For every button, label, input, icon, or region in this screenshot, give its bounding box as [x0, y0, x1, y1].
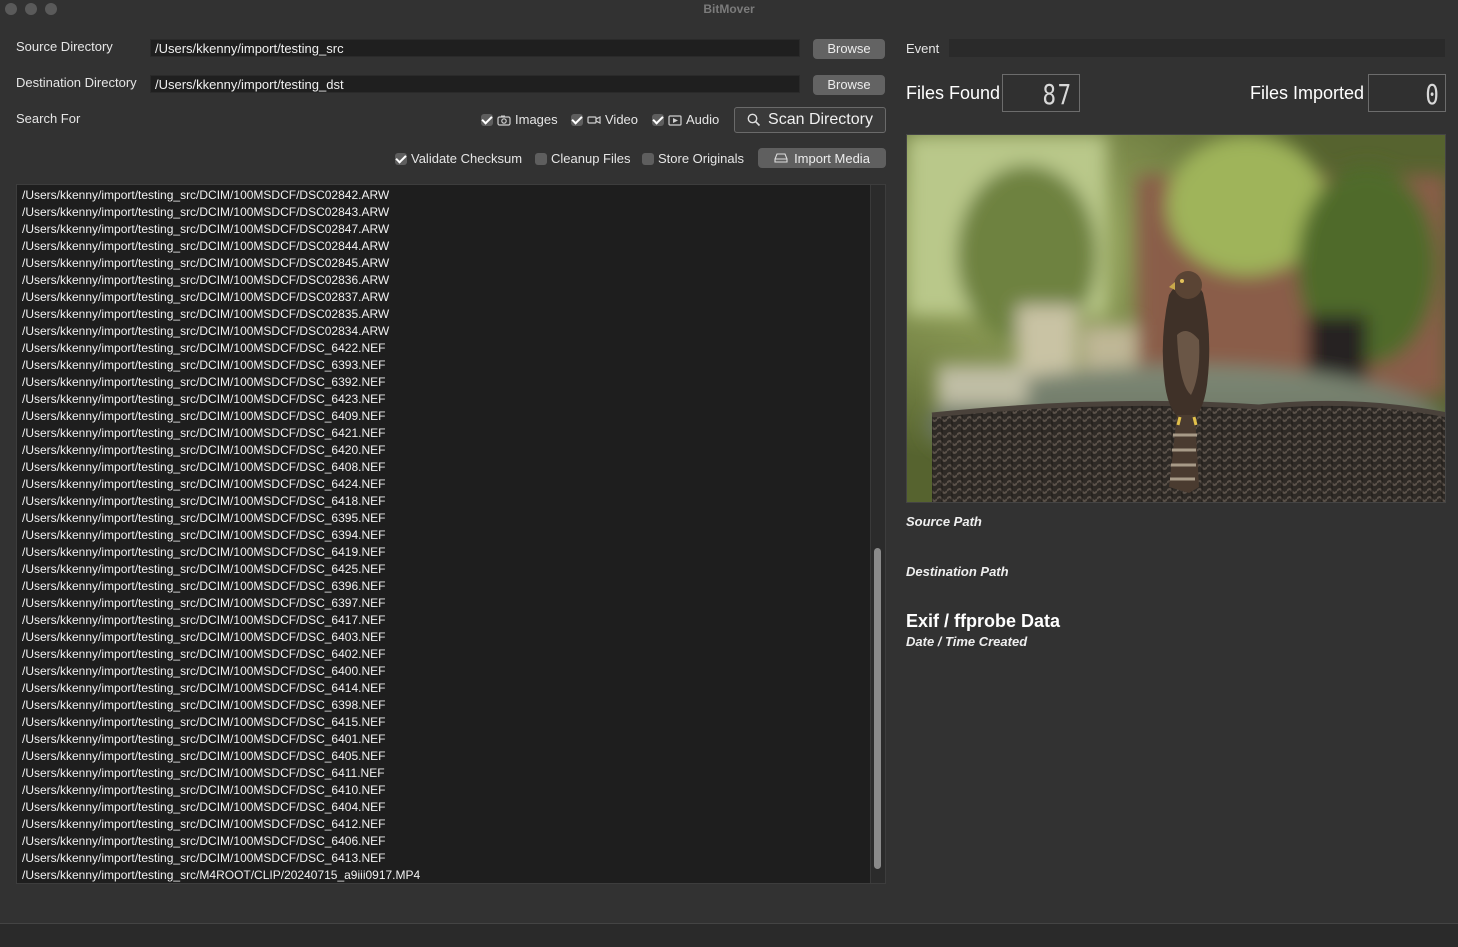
audio-checkbox[interactable]: Audio [652, 112, 719, 127]
list-item[interactable]: /Users/kkenny/import/testing_src/DCIM/10… [22, 425, 385, 442]
store-originals-checkbox[interactable]: Store Originals [642, 151, 744, 166]
list-item[interactable]: /Users/kkenny/import/testing_src/DCIM/10… [22, 442, 385, 459]
list-item[interactable]: /Users/kkenny/import/testing_src/DCIM/10… [22, 221, 389, 238]
list-item[interactable]: /Users/kkenny/import/testing_src/DCIM/10… [22, 374, 385, 391]
list-item[interactable]: /Users/kkenny/import/testing_src/DCIM/10… [22, 765, 385, 782]
scan-directory-label: Scan Directory [768, 111, 873, 128]
list-item[interactable]: /Users/kkenny/import/testing_src/DCIM/10… [22, 527, 385, 544]
list-item[interactable]: /Users/kkenny/import/testing_src/DCIM/10… [22, 646, 385, 663]
list-item[interactable]: /Users/kkenny/import/testing_src/DCIM/10… [22, 748, 385, 765]
images-label: Images [515, 112, 558, 127]
source-path-label: Source Path [906, 514, 982, 529]
hawk-photo [907, 135, 1445, 502]
search-for-label: Search For [16, 111, 81, 126]
exif-heading: Exif / ffprobe Data [906, 611, 1061, 631]
list-item[interactable]: /Users/kkenny/import/testing_src/DCIM/10… [22, 306, 389, 323]
images-check-box[interactable] [481, 113, 493, 126]
list-item[interactable]: /Users/kkenny/import/testing_src/DCIM/10… [22, 323, 389, 340]
list-item[interactable]: /Users/kkenny/import/testing_src/DCIM/10… [22, 544, 385, 561]
list-item[interactable]: /Users/kkenny/import/testing_src/DCIM/10… [22, 204, 389, 221]
audio-label: Audio [686, 112, 720, 127]
import-media-button[interactable]: Import Media [758, 148, 886, 168]
title-bar: BitMover [0, 0, 1458, 18]
validate-checksum-checkbox[interactable]: Validate Checksum [395, 151, 522, 166]
list-item[interactable]: /Users/kkenny/import/testing_src/DCIM/10… [22, 408, 385, 425]
image-preview [906, 134, 1446, 503]
file-list[interactable]: /Users/kkenny/import/testing_src/DCIM/10… [16, 184, 886, 884]
list-item[interactable]: /Users/kkenny/import/testing_src/DCIM/10… [22, 799, 385, 816]
source-directory-field[interactable]: /Users/kkenny/import/testing_src [150, 39, 800, 57]
list-item[interactable]: /Users/kkenny/import/testing_src/DCIM/10… [22, 663, 385, 680]
video-checkbox[interactable]: Video [571, 112, 638, 127]
file-list-scrollbar[interactable] [870, 185, 885, 883]
files-imported-counter: 0 [1368, 74, 1446, 112]
store-originals-label: Store Originals [658, 151, 744, 166]
destination-directory-field[interactable]: /Users/kkenny/import/testing_dst [150, 75, 800, 93]
list-item[interactable]: /Users/kkenny/import/testing_src/DCIM/10… [22, 255, 389, 272]
images-checkbox[interactable]: Images [481, 112, 558, 127]
list-item[interactable]: /Users/kkenny/import/testing_src/DCIM/10… [22, 357, 385, 374]
video-label: Video [605, 112, 639, 127]
list-item[interactable]: /Users/kkenny/import/testing_src/M4ROOT/… [22, 867, 420, 883]
files-found-label: Files Found [906, 83, 1001, 103]
destination-path-label: Destination Path [906, 564, 1009, 579]
list-item[interactable]: /Users/kkenny/import/testing_src/DCIM/10… [22, 187, 389, 204]
destination-directory-label: Destination Directory [16, 75, 137, 90]
files-imported-label: Files Imported [1250, 83, 1365, 103]
scan-directory-button[interactable]: Scan Directory [734, 107, 886, 133]
list-item[interactable]: /Users/kkenny/import/testing_src/DCIM/10… [22, 629, 385, 646]
drive-icon [774, 153, 788, 163]
list-item[interactable]: /Users/kkenny/import/testing_src/DCIM/10… [22, 561, 385, 578]
magnifier-icon [747, 113, 761, 127]
list-item[interactable]: /Users/kkenny/import/testing_src/DCIM/10… [22, 850, 385, 867]
status-bar [0, 923, 1458, 947]
list-item[interactable]: /Users/kkenny/import/testing_src/DCIM/10… [22, 459, 385, 476]
list-item[interactable]: /Users/kkenny/import/testing_src/DCIM/10… [22, 731, 385, 748]
source-browse-button[interactable]: Browse [813, 39, 885, 59]
list-item[interactable]: /Users/kkenny/import/testing_src/DCIM/10… [22, 612, 385, 629]
files-found-counter: 87 [1002, 74, 1080, 112]
list-item[interactable]: /Users/kkenny/import/testing_src/DCIM/10… [22, 391, 385, 408]
list-item[interactable]: /Users/kkenny/import/testing_src/DCIM/10… [22, 816, 385, 833]
list-item[interactable]: /Users/kkenny/import/testing_src/DCIM/10… [22, 714, 385, 731]
list-item[interactable]: /Users/kkenny/import/testing_src/DCIM/10… [22, 510, 385, 527]
list-item[interactable]: /Users/kkenny/import/testing_src/DCIM/10… [22, 493, 385, 510]
list-item[interactable]: /Users/kkenny/import/testing_src/DCIM/10… [22, 782, 385, 799]
destination-browse-button[interactable]: Browse [813, 75, 885, 95]
list-item[interactable]: /Users/kkenny/import/testing_src/DCIM/10… [22, 289, 389, 306]
cleanup-files-box[interactable] [535, 152, 547, 165]
file-list-scroll-thumb[interactable] [874, 548, 881, 869]
date-time-created-label: Date / Time Created [906, 634, 1028, 649]
window-title: BitMover [703, 2, 755, 16]
event-field[interactable] [949, 39, 1445, 57]
event-label: Event [906, 41, 940, 56]
audio-check-box[interactable] [652, 113, 664, 126]
source-directory-label: Source Directory [16, 39, 113, 54]
list-item[interactable]: /Users/kkenny/import/testing_src/DCIM/10… [22, 595, 385, 612]
video-camera-icon [587, 115, 601, 124]
files-found-value: 87 [1042, 78, 1073, 111]
list-item[interactable]: /Users/kkenny/import/testing_src/DCIM/10… [22, 680, 385, 697]
list-item[interactable]: /Users/kkenny/import/testing_src/DCIM/10… [22, 238, 389, 255]
list-item[interactable]: /Users/kkenny/import/testing_src/DCIM/10… [22, 476, 385, 493]
validate-checksum-box[interactable] [395, 152, 407, 165]
files-imported-value: 0 [1425, 78, 1439, 111]
store-originals-box[interactable] [642, 152, 654, 165]
list-item[interactable]: /Users/kkenny/import/testing_src/DCIM/10… [22, 272, 389, 289]
list-item[interactable]: /Users/kkenny/import/testing_src/DCIM/10… [22, 578, 385, 595]
camera-icon [497, 115, 511, 126]
cleanup-files-checkbox[interactable]: Cleanup Files [535, 151, 631, 166]
list-item[interactable]: /Users/kkenny/import/testing_src/DCIM/10… [22, 340, 385, 357]
audio-icon [668, 114, 682, 126]
import-media-label: Import Media [794, 150, 870, 166]
validate-checksum-label: Validate Checksum [411, 151, 523, 166]
video-check-box[interactable] [571, 113, 583, 126]
list-item[interactable]: /Users/kkenny/import/testing_src/DCIM/10… [22, 697, 385, 714]
list-item[interactable]: /Users/kkenny/import/testing_src/DCIM/10… [22, 833, 385, 850]
cleanup-files-label: Cleanup Files [551, 151, 631, 166]
